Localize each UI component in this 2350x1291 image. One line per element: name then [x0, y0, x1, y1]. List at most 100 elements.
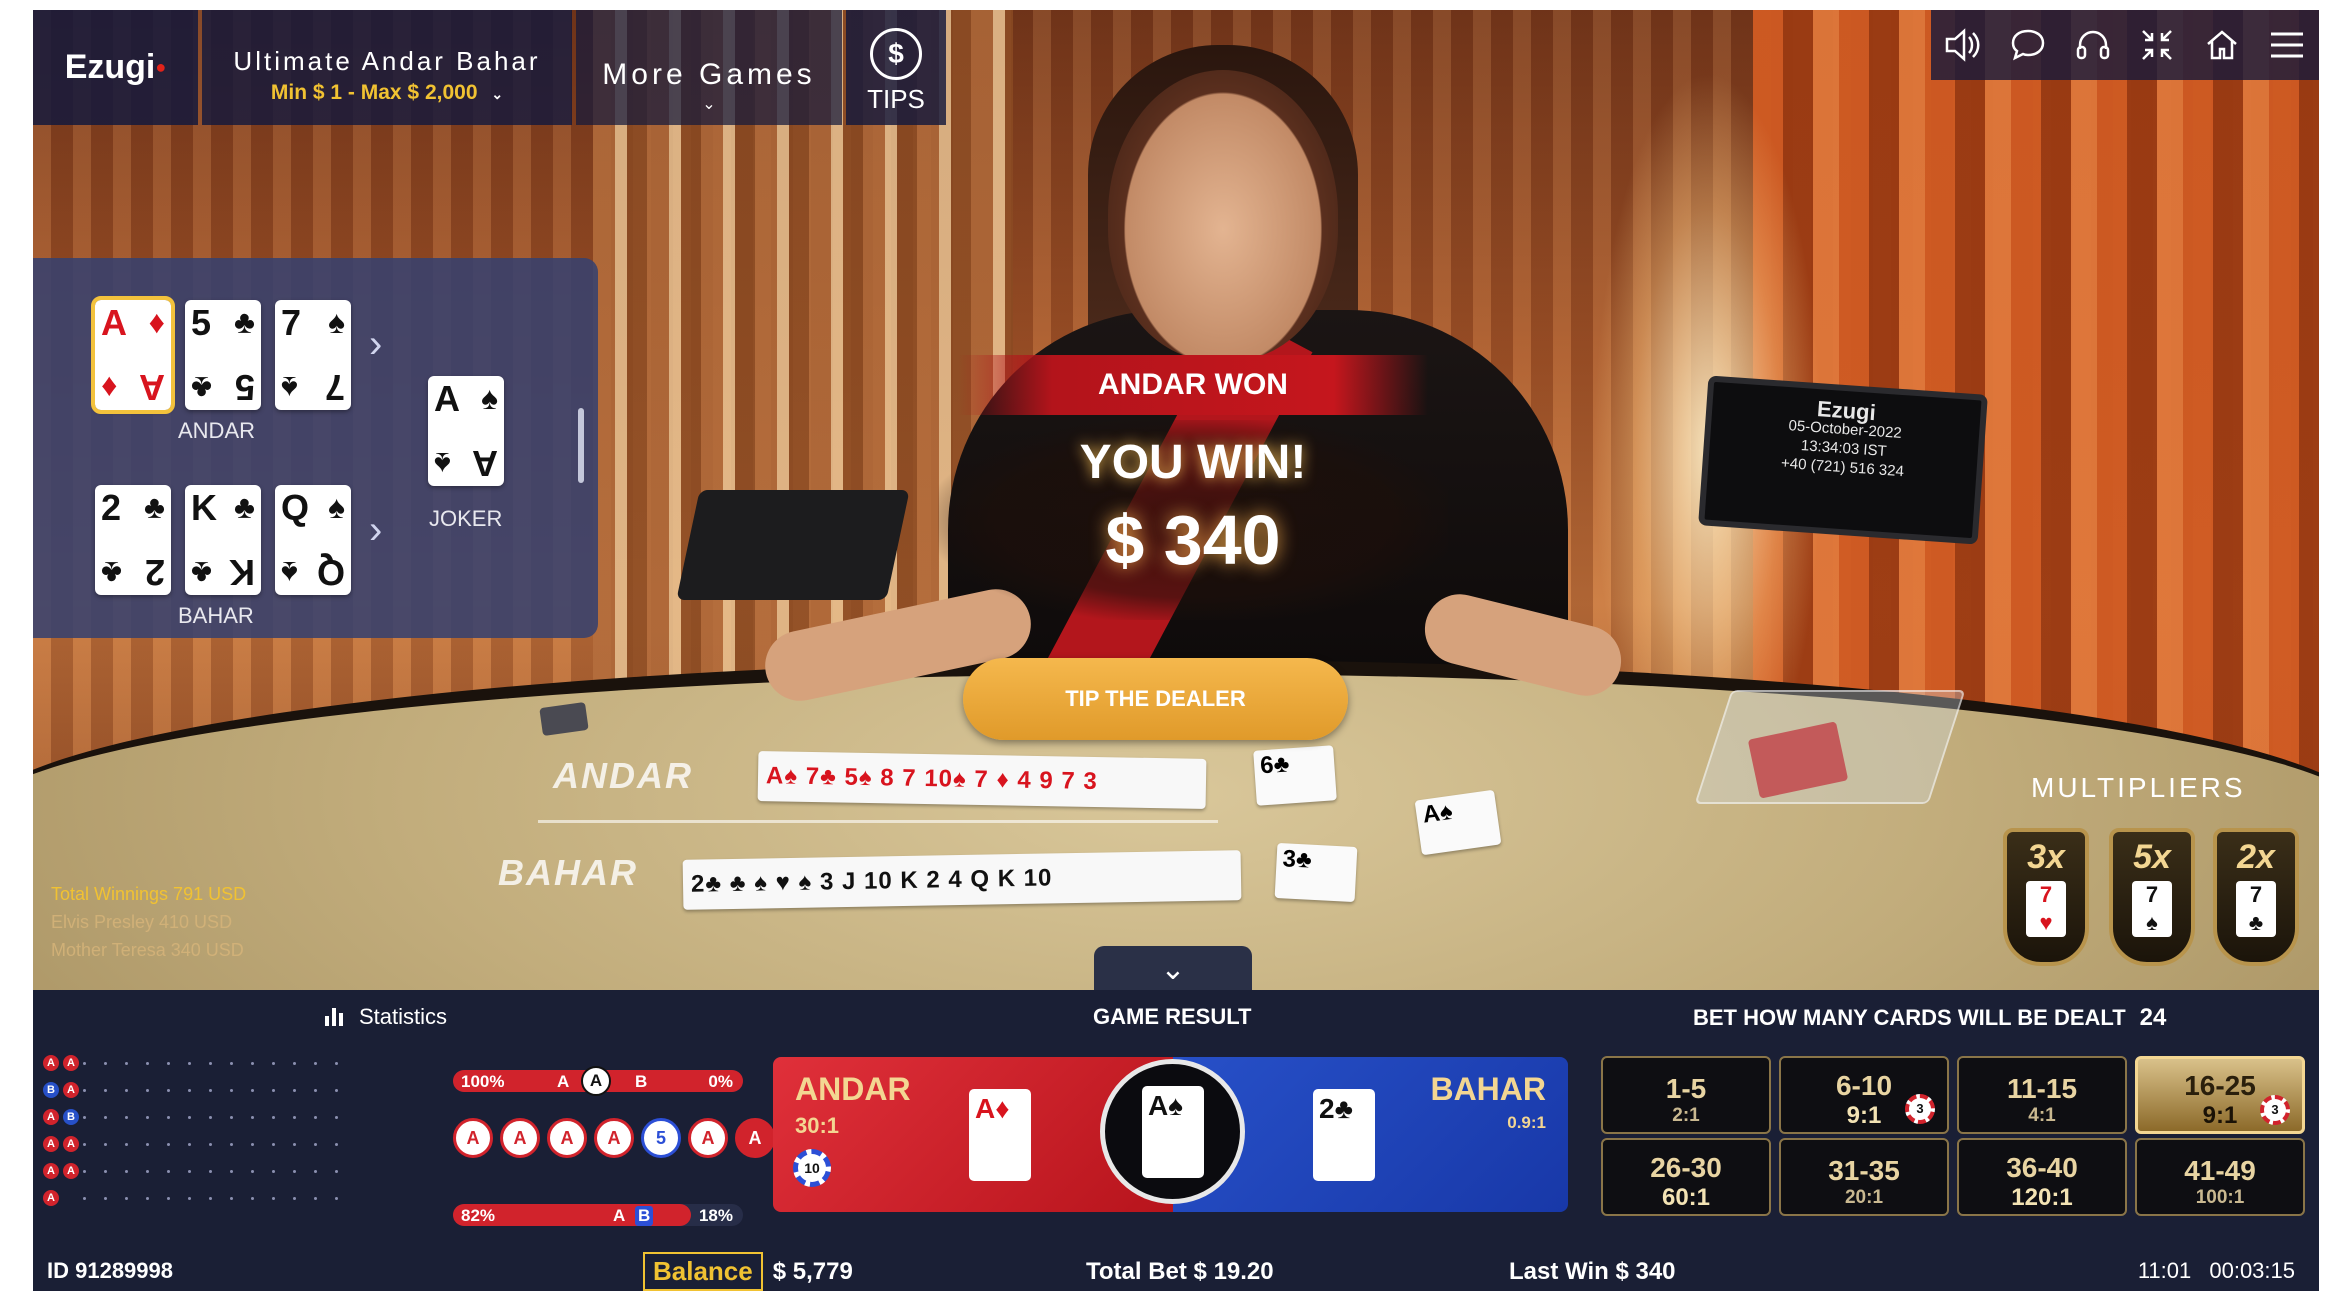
last-win: Last Win $ 340	[1509, 1258, 1676, 1285]
multiplier-value: 3x	[2027, 838, 2065, 876]
bet-range: 31-35	[1828, 1154, 1900, 1186]
roadmap-empty-slot	[293, 1062, 296, 1065]
roadmap-dot: A	[43, 1055, 59, 1071]
roadmap-empty-slot	[104, 1170, 107, 1173]
roadmap-empty-slot	[314, 1062, 317, 1065]
roadmap-empty-slot	[188, 1143, 191, 1146]
dealt-cards-panel: A ♦ ♦ A 5 ♣ ♣ 5 7 ♠ ♠ 7 › ANDAR A ♠ ♠ A JOKER 2 ♣…	[33, 258, 598, 638]
card-suit: ♣	[1334, 1093, 1353, 1124]
roadmap-empty-slot	[209, 1143, 212, 1146]
roadmap-dot: A	[43, 1109, 59, 1125]
chevron-right-icon: ›	[369, 322, 383, 366]
roadmap-empty-slot	[104, 1116, 107, 1119]
roadmap-empty-slot	[167, 1197, 170, 1200]
chevron-double-down-icon: ⌄	[1160, 953, 1186, 986]
side-bet-36-40[interactable]: 36-40 120:1	[1957, 1138, 2127, 1216]
andar-card-2: 5 ♣ ♣ 5	[185, 300, 261, 410]
game-info-selector[interactable]: Ultimate Andar Bahar Min $ 1 - Max $ 2,0…	[202, 10, 572, 125]
history-result: A	[688, 1118, 728, 1158]
clock: 11:01	[2137, 1258, 2192, 1283]
multiplier-card-rank: 7	[2249, 882, 2263, 907]
statistics-button[interactable]: Statistics	[323, 1004, 447, 1030]
tip-the-dealer-button[interactable]: TIP THE DEALER	[963, 658, 1348, 740]
tips-button[interactable]: $ TIPS	[846, 10, 946, 125]
home-icon[interactable]	[2198, 21, 2246, 69]
bahar-label: BAHAR	[178, 603, 254, 628]
side-bet-11-15[interactable]: 11-15 4:1	[1957, 1056, 2127, 1134]
roadmap-dot: B	[63, 1109, 79, 1125]
balance-value: $ 5,779	[772, 1257, 853, 1285]
multiplier-card: 7 ♣	[2236, 881, 2276, 937]
top-bar: Ezugi ● Ultimate Andar Bahar Min $ 1 - Ma…	[33, 10, 946, 135]
bet-odds: 4:1	[2028, 1104, 2056, 1126]
roadmap-empty-slot	[230, 1089, 233, 1092]
side-bet-31-35[interactable]: 31-35 20:1	[1779, 1138, 1949, 1216]
roadmap-empty-slot	[125, 1143, 128, 1146]
side-bet-question: BET HOW MANY CARDS WILL BE DEALT	[1693, 1005, 2126, 1030]
more-games-button[interactable]: More Games ⌄	[576, 10, 842, 125]
side-bet-41-49[interactable]: 41-49 100:1	[2135, 1138, 2305, 1216]
total-bet: Total Bet $ 19.20	[1086, 1258, 1274, 1285]
felt-bahar-label: BAHAR	[498, 852, 638, 893]
roadmap-empty-slot	[83, 1197, 86, 1200]
bet-odds: 100:1	[2195, 1186, 2245, 1208]
bahar-marker: B	[635, 1072, 648, 1091]
bahar-marker: B	[635, 1206, 654, 1226]
andar-odds: 30:1	[795, 1113, 840, 1138]
table-limits: Min $ 1 - Max $ 2,000 ⌄	[202, 81, 572, 105]
card-rank: A	[434, 378, 460, 419]
card-rank: 5	[234, 367, 255, 408]
roadmap-empty-slot	[209, 1197, 212, 1200]
multiplier-card-rank: 7	[2039, 882, 2053, 907]
win-amount: $ 340	[1105, 501, 1281, 579]
roadmap-empty-slot	[167, 1143, 170, 1146]
bar-chart-icon	[325, 1008, 343, 1026]
roadmap-empty-slot	[83, 1170, 86, 1173]
side-bet-26-30[interactable]: 26-30 60:1	[1601, 1138, 1771, 1216]
side-bet-6-10[interactable]: 6-10 9:1 3	[1779, 1056, 1949, 1134]
side-bet-1-5[interactable]: 1-5 2:1	[1601, 1056, 1771, 1134]
roadmap-empty-slot	[125, 1062, 128, 1065]
andar-label: ANDAR	[178, 418, 256, 443]
bet-chip: 3	[1905, 1094, 1935, 1124]
andar-card-1: A ♦ ♦ A	[91, 296, 175, 414]
card-suit: ♣	[234, 489, 255, 525]
roadmap-empty-slot	[209, 1089, 212, 1092]
card-rank: A	[139, 367, 165, 408]
bet-range: 26-30	[1650, 1151, 1722, 1183]
card-rank: A	[472, 443, 498, 484]
roadmap-empty-slot	[104, 1143, 107, 1146]
headset-icon[interactable]	[2069, 21, 2117, 69]
chevron-down-icon: ⌄	[491, 86, 504, 102]
you-win-title: YOU WIN!	[1079, 436, 1307, 489]
card-suit: ♠	[328, 304, 345, 340]
andar-percentage: 82%	[461, 1206, 496, 1225]
collapse-icon[interactable]	[2133, 21, 2181, 69]
roadmap-empty-slot	[314, 1143, 317, 1146]
andar-result-card: A♦	[969, 1089, 1031, 1181]
card-rank: 2	[1319, 1093, 1335, 1124]
roadmap-empty-slot	[188, 1116, 191, 1119]
more-games-label: More Games	[602, 58, 816, 91]
panel-scrollbar[interactable]	[578, 408, 584, 483]
roadmap-empty-slot	[272, 1170, 275, 1173]
chat-icon[interactable]	[2004, 21, 2052, 69]
multiplier-card-suit: ♠	[2146, 910, 2158, 935]
bet-odds: 2:1	[1672, 1104, 1700, 1126]
card-suit: ♠	[1168, 1090, 1184, 1121]
roadmap-dot: A	[63, 1055, 79, 1071]
card-rank: Q	[281, 487, 310, 528]
balance: Balance $ 5,779	[643, 1252, 853, 1291]
dollar-coin-icon: $	[870, 28, 922, 80]
roadmap-dot: A	[43, 1163, 59, 1179]
collapse-panel-button[interactable]: ⌄	[1094, 946, 1252, 992]
joker-result-card: A♠	[1142, 1086, 1204, 1178]
speaker-icon[interactable]	[1939, 21, 1987, 69]
percentage-bar-bottom: 82% A B 18%	[453, 1204, 743, 1226]
menu-icon[interactable]	[2263, 21, 2311, 69]
roadmap-empty-slot	[335, 1143, 338, 1146]
cards-dealt-count: 24	[2139, 1004, 2167, 1031]
side-bet-16-25[interactable]: 16-25 9:1 3	[2135, 1056, 2305, 1134]
multiplier-card-suit: ♥	[2039, 910, 2053, 935]
betting-panel-header: Statistics GAME RESULT BET HOW MANY CARD…	[33, 990, 2319, 1042]
